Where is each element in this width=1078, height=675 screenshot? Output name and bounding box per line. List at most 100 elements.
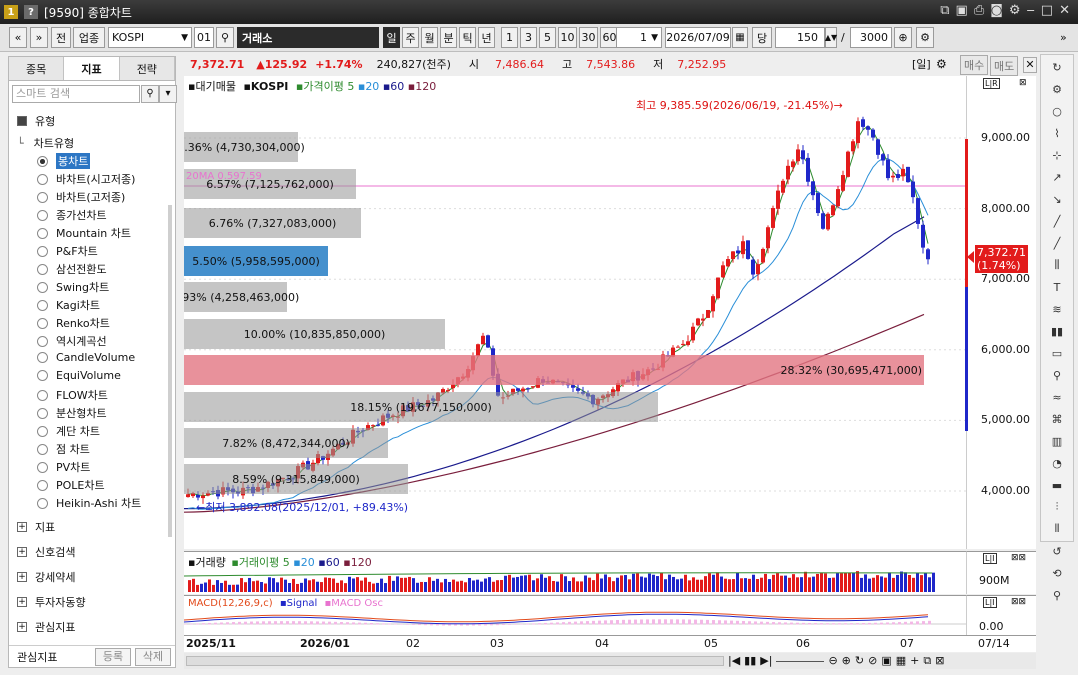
radio-icon[interactable] bbox=[37, 263, 48, 275]
auto-line-icon[interactable]: ╱ bbox=[1041, 233, 1073, 253]
chart-scrollbar[interactable]: |◀ ▮▮ ▶| ⊖ ⊕ ↻ ⊘ ▣ ▦ + ⧉ ⊠ bbox=[184, 653, 1036, 669]
indicator-group[interactable]: + 투자자동향 bbox=[17, 594, 86, 610]
chart-type-item[interactable]: 종가선차트 bbox=[37, 207, 107, 223]
gear-icon[interactable]: ⚙ bbox=[1009, 3, 1021, 18]
tab-stock[interactable]: 종목 bbox=[9, 57, 65, 80]
chart-type-item[interactable]: Mountain 차트 bbox=[37, 225, 131, 241]
expand-icon[interactable]: + bbox=[17, 572, 27, 582]
current-button[interactable]: 당 bbox=[752, 27, 772, 48]
left-scrollbar[interactable] bbox=[168, 205, 172, 537]
axis-mode-icon[interactable]: L|I bbox=[983, 553, 997, 564]
main-chart[interactable]: ▪대기매물 ▪KOSPI ▪가격이평 5 ▪20 ▪60 ▪120 4.36% … bbox=[184, 76, 966, 549]
chevron-down-icon[interactable]: ▾ bbox=[159, 85, 177, 103]
chart-type-item[interactable]: POLE차트 bbox=[37, 477, 105, 493]
interval-button[interactable]: 1 bbox=[501, 27, 518, 48]
magnify-icon[interactable]: ⚲ bbox=[1041, 365, 1073, 385]
expand-icon[interactable]: + bbox=[17, 597, 27, 607]
smart-search-input[interactable]: 스마트 검색 bbox=[12, 85, 140, 103]
chart-type-item[interactable]: Kagi차트 bbox=[37, 297, 100, 313]
expand-icon[interactable]: + bbox=[17, 522, 27, 532]
indicator-group[interactable]: + 지표 bbox=[17, 519, 55, 535]
chart-type-item[interactable]: CandleVolume bbox=[37, 351, 135, 364]
chart-type-item[interactable]: 점 차트 bbox=[37, 441, 90, 457]
radio-icon[interactable] bbox=[37, 209, 48, 221]
radio-icon[interactable] bbox=[37, 425, 48, 437]
interval-button[interactable]: 3 bbox=[520, 27, 537, 48]
expand-icon[interactable]: + bbox=[17, 622, 27, 632]
grid-lines-icon[interactable]: ⦀ bbox=[1041, 519, 1073, 539]
box-icon[interactable]: ▭ bbox=[1041, 343, 1073, 363]
radio-icon[interactable] bbox=[37, 370, 48, 381]
radio-icon[interactable] bbox=[37, 389, 48, 401]
group-type[interactable]: 유형 bbox=[17, 113, 55, 129]
zoom-slider[interactable] bbox=[776, 654, 825, 662]
unit-select[interactable]: 1 ▼ bbox=[616, 27, 662, 48]
expand-icon[interactable]: + bbox=[17, 547, 27, 557]
radio-icon[interactable] bbox=[37, 461, 48, 473]
indicator-group[interactable]: + 관심지표 bbox=[17, 619, 75, 635]
chart-type-item[interactable]: FLOW차트 bbox=[37, 387, 108, 403]
grid-icon[interactable]: ▥ bbox=[1041, 431, 1073, 451]
buy-button[interactable]: 매수 bbox=[960, 55, 989, 75]
radio-icon[interactable] bbox=[37, 173, 48, 185]
tab-strategy[interactable]: 전략 bbox=[119, 57, 175, 80]
close-panel-icon[interactable]: ✕ bbox=[1023, 57, 1037, 73]
chart-type-item[interactable]: 역시계곡선 bbox=[37, 333, 107, 349]
prev-history-button[interactable]: « bbox=[9, 27, 27, 48]
radio-icon[interactable] bbox=[37, 317, 48, 329]
radio-icon[interactable] bbox=[37, 191, 48, 203]
period-tab[interactable]: 분 bbox=[440, 27, 457, 48]
minimize-icon[interactable]: ‒ bbox=[1027, 3, 1035, 18]
chart-type-item[interactable]: 바차트(고저종) bbox=[37, 189, 125, 205]
count-stepper[interactable]: ▲▼ bbox=[825, 27, 837, 48]
axis-mode-icon[interactable]: L|I bbox=[983, 597, 997, 608]
register-button[interactable]: 등록 bbox=[95, 648, 131, 666]
tool-1-icon[interactable]: ⊘ bbox=[868, 654, 877, 668]
chart-type-item[interactable]: EquiVolume bbox=[37, 369, 121, 382]
radio-icon[interactable] bbox=[37, 335, 48, 347]
expand-button[interactable]: » bbox=[30, 27, 48, 48]
crosshair-icon[interactable]: ⊹ bbox=[1041, 145, 1073, 165]
undo-icon[interactable]: ↺ bbox=[1041, 541, 1073, 561]
volume-chart[interactable]: ▪거래량 ▪거래이평 5 ▪20 ▪60 ▪120 bbox=[183, 551, 966, 594]
chart-type-item[interactable]: PV차트 bbox=[37, 459, 90, 475]
period-tab[interactable]: 틱 bbox=[459, 27, 476, 48]
radio-icon[interactable] bbox=[37, 497, 48, 509]
interval-button[interactable]: 30 bbox=[579, 27, 598, 48]
scroll-end-icon[interactable]: ▶| bbox=[760, 654, 772, 668]
radio-icon[interactable] bbox=[37, 479, 48, 491]
radio-icon[interactable] bbox=[37, 227, 48, 239]
maximize-icon[interactable]: □ bbox=[1041, 3, 1053, 18]
indicator-group[interactable]: + 강세약세 bbox=[17, 569, 75, 585]
fibo-icon[interactable]: ⫼ bbox=[1041, 255, 1073, 275]
tab-indicator[interactable]: 지표 bbox=[64, 57, 120, 80]
radio-icon[interactable] bbox=[37, 443, 48, 455]
radio-icon[interactable] bbox=[37, 352, 48, 363]
interval-button[interactable]: 5 bbox=[539, 27, 556, 48]
code-input[interactable]: 01 bbox=[194, 27, 214, 48]
print-icon[interactable]: ⎙ bbox=[974, 3, 984, 18]
period-tab[interactable]: 일 bbox=[383, 27, 400, 48]
radio-icon[interactable] bbox=[37, 281, 48, 293]
help-icon[interactable]: ? bbox=[24, 5, 38, 19]
pattern-icon[interactable]: ≈ bbox=[1041, 387, 1073, 407]
group-chart-type[interactable]: └ 차트유형 bbox=[17, 135, 74, 151]
zoom-in-icon[interactable]: ⊕ bbox=[842, 654, 851, 668]
interval-button[interactable]: 10 bbox=[558, 27, 577, 48]
save-icon[interactable]: ▣ bbox=[956, 3, 968, 18]
tool-2-icon[interactable]: ▣ bbox=[881, 654, 891, 668]
text-icon[interactable]: T bbox=[1041, 277, 1073, 297]
circle-icon[interactable]: ○ bbox=[1041, 101, 1073, 121]
search-icon[interactable]: ⚲ bbox=[1041, 585, 1073, 605]
search-icon[interactable]: ⚲ bbox=[141, 85, 159, 103]
close-icon[interactable]: ✕ bbox=[1059, 3, 1070, 18]
chart-type-item[interactable]: Renko차트 bbox=[37, 315, 110, 331]
line-icon[interactable]: ╱ bbox=[1041, 211, 1073, 231]
shape-icon[interactable]: ⌘ bbox=[1041, 409, 1073, 429]
axis-close-icon[interactable]: ⊠⊠ bbox=[1011, 597, 1026, 607]
search-icon[interactable]: ⚲ bbox=[216, 27, 234, 48]
industry-button[interactable]: 업종 bbox=[73, 27, 105, 48]
radio-icon[interactable] bbox=[37, 407, 48, 419]
macd-chart[interactable]: MACD(12,26,9,c) ▪Signal ▪MACD Osc bbox=[183, 595, 966, 635]
prev-symbol-button[interactable]: 전 bbox=[51, 27, 71, 48]
